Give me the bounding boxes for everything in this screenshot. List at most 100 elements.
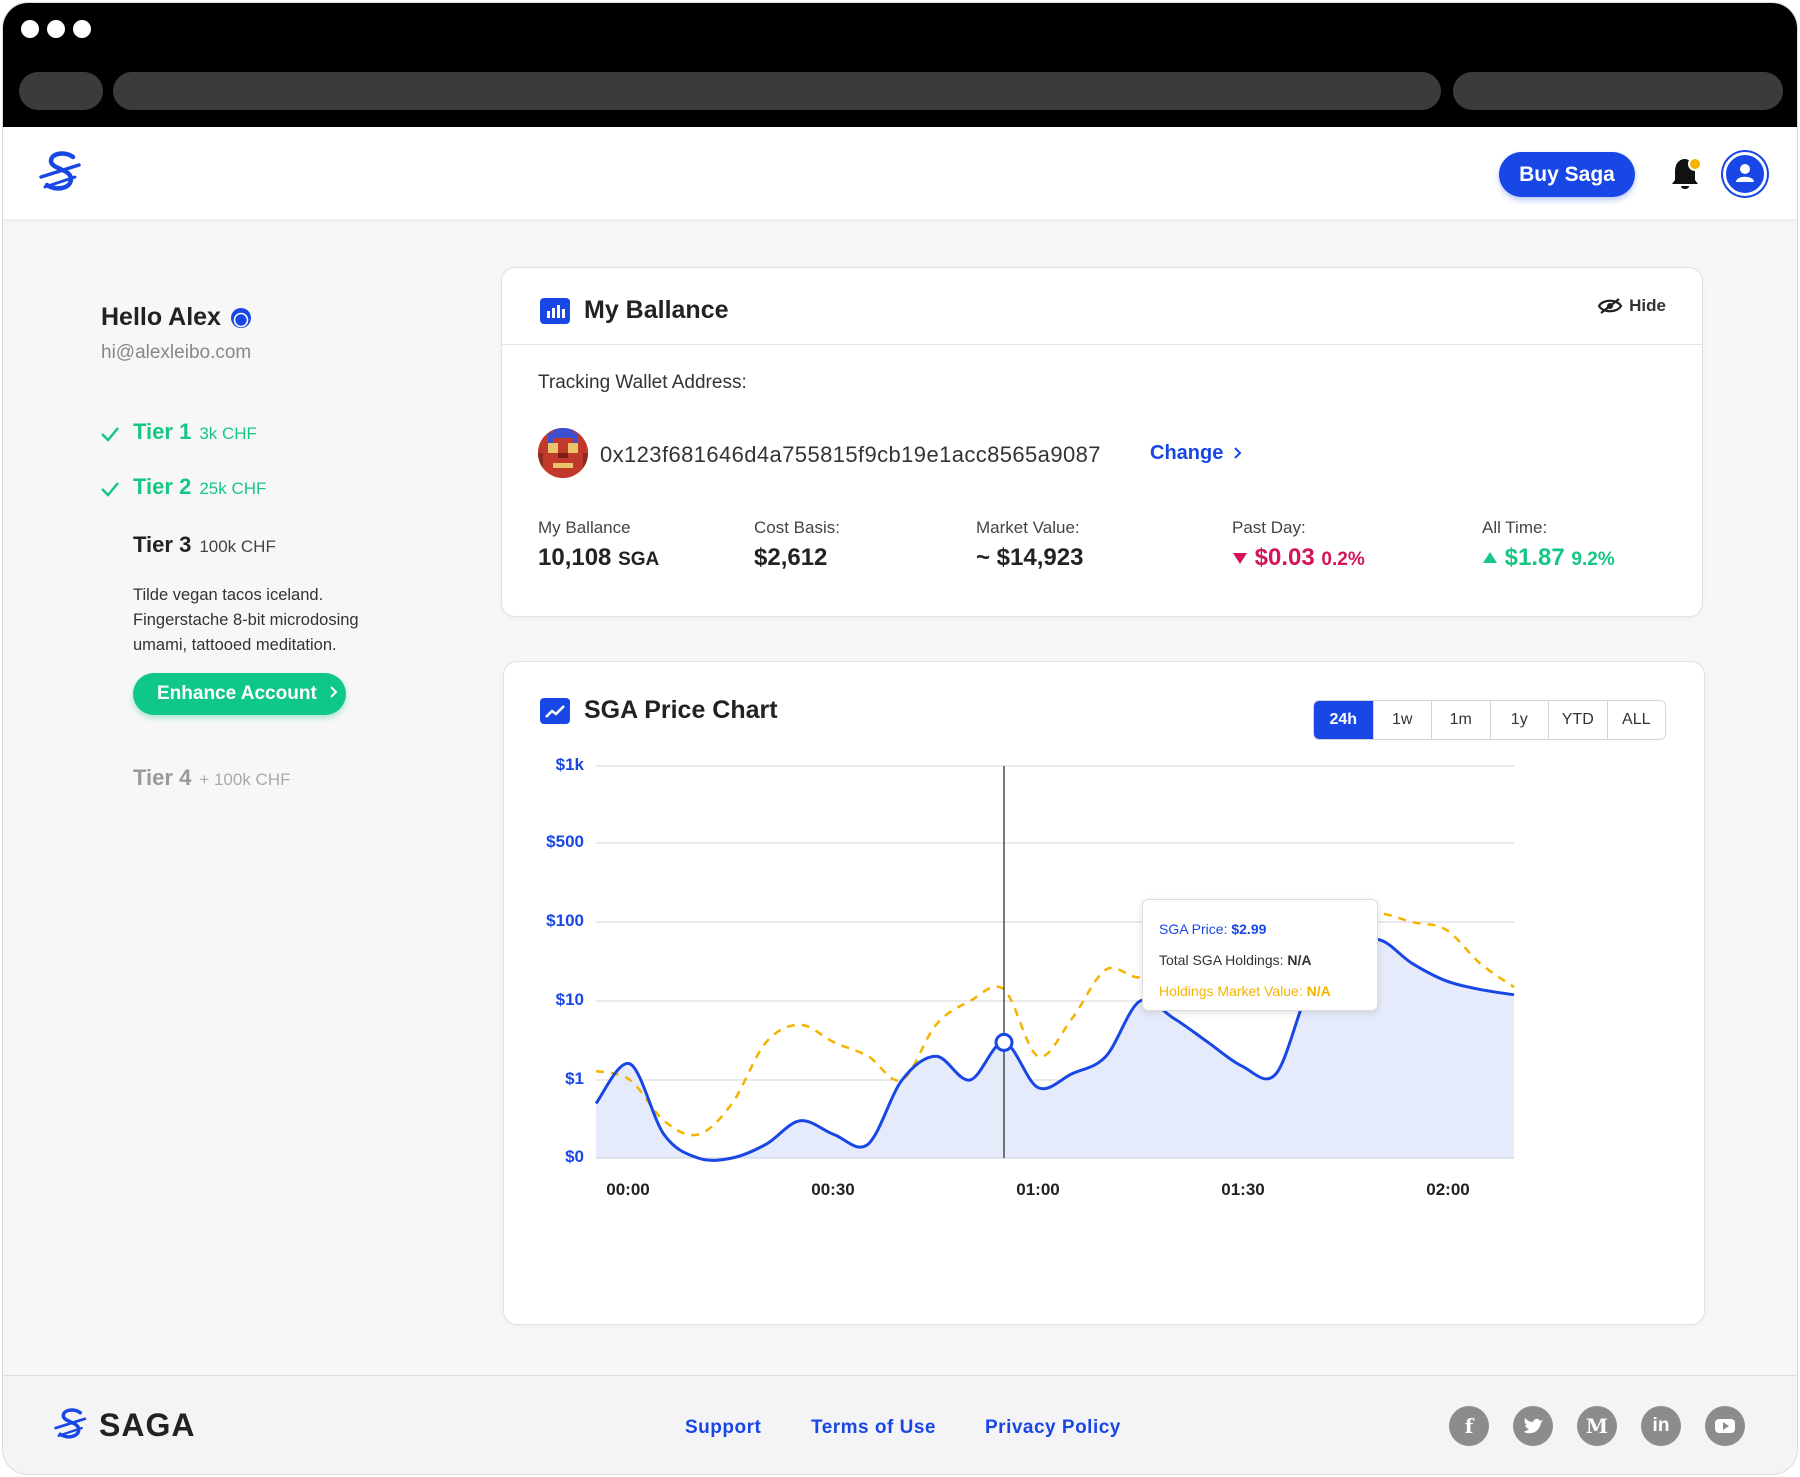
enhance-account-button[interactable]: Enhance Account [133, 673, 346, 715]
tier-2: Tier 2 25k CHF [133, 474, 266, 500]
window-dot[interactable] [21, 20, 39, 38]
bar-chart-icon [540, 297, 570, 324]
buy-saga-button[interactable]: Buy Saga [1499, 152, 1635, 197]
stat-label: Market Value: [976, 518, 1080, 537]
tier-amount: 100k CHF [199, 537, 276, 556]
eye-off-icon [1597, 298, 1623, 314]
y-tick-label: $1 [565, 1069, 584, 1088]
check-icon [101, 427, 119, 442]
x-tick-label: 02:00 [1426, 1180, 1470, 1199]
browser-chrome [3, 3, 1797, 127]
balance-card-title: My Ballance [540, 296, 729, 325]
stat-balance: My Ballance 10,108 SGA [538, 518, 659, 572]
balance-unit: SGA [618, 549, 660, 570]
y-tick-label: $100 [546, 911, 584, 930]
tooltip-price-label: SGA Price: [1159, 921, 1228, 937]
tier-name: Tier 1 [133, 419, 192, 444]
greeting: Hello Alex [101, 303, 461, 332]
browser-tab[interactable] [19, 72, 103, 110]
price-chart[interactable] [504, 662, 1706, 1326]
hide-balance-button[interactable]: Hide [1597, 296, 1666, 316]
stat-label: All Time: [1482, 518, 1548, 537]
tier-3: Tier 3 100k CHF [133, 532, 276, 558]
stat-label: My Ballance [538, 518, 631, 537]
day-change-value: $0.03 [1254, 544, 1315, 571]
youtube-icon[interactable] [1705, 1406, 1745, 1446]
change-wallet-link[interactable]: Change [1150, 442, 1243, 465]
tier-description: Tilde vegan tacos iceland. Fingerstache … [133, 586, 359, 654]
tooltip-price: SGA Price: $2.99 [1159, 914, 1361, 945]
tooltip-holdings-label: Total SGA Holdings: [1159, 952, 1284, 968]
browser-search[interactable] [1453, 72, 1783, 110]
y-tick-label: $0 [565, 1147, 584, 1166]
tier-amount: + 100k CHF [199, 770, 291, 789]
divider [502, 344, 1702, 345]
balance-card: My Ballance Hide Tracking Wallet Address… [501, 267, 1703, 617]
stat-value: $0.03 0.2% [1232, 544, 1365, 572]
x-tick-label: 01:30 [1221, 1180, 1265, 1199]
window-dot[interactable] [47, 20, 65, 38]
change-label: Change [1150, 442, 1224, 464]
linkedin-icon[interactable]: in [1641, 1406, 1681, 1446]
all-time-value: $1.87 [1504, 544, 1565, 571]
tooltip-price-value: $2.99 [1231, 921, 1267, 937]
tooltip-mv-label: Holdings Market Value: [1159, 983, 1303, 999]
wallet-address: 0x123f681646d4a755815f9cb19e1acc8565a908… [600, 442, 1101, 467]
chart-tooltip: SGA Price: $2.99 Total SGA Holdings: N/A… [1142, 899, 1378, 1011]
tier-name: Tier 3 [133, 532, 192, 557]
chevron-right-icon [330, 686, 338, 698]
footer-logo[interactable]: SAGA [51, 1403, 195, 1447]
stat-label: Cost Basis: [754, 518, 840, 537]
privacy-link[interactable]: Privacy Policy [985, 1417, 1121, 1439]
x-tick-label: 00:00 [606, 1180, 650, 1199]
stat-value: ~ $14,923 [976, 544, 1084, 571]
stat-label: Past Day: [1232, 518, 1306, 537]
tooltip-holdings: Total SGA Holdings: N/A [1159, 945, 1361, 976]
y-tick-label: $10 [555, 990, 584, 1009]
stat-all-time: All Time: $1.87 9.2% [1482, 518, 1615, 572]
saga-logo-icon[interactable] [35, 147, 87, 199]
chart-cursor-point[interactable] [994, 1032, 1014, 1052]
terms-link[interactable]: Terms of Use [811, 1417, 936, 1439]
top-nav: Buy Saga [3, 127, 1797, 219]
tooltip-holdings-value: N/A [1287, 952, 1312, 968]
chevron-right-icon [1234, 447, 1242, 459]
account-sidebar: Hello Alex hi@alexleibo.com Tier 1 3k CH… [101, 303, 461, 790]
enhance-label: Enhance Account [157, 683, 317, 704]
wallet-avatar [538, 428, 588, 478]
check-icon [101, 482, 119, 497]
user-email: hi@alexleibo.com [101, 342, 252, 363]
x-tick-label: 01:00 [1016, 1180, 1060, 1199]
browser-window: Buy Saga Hello Alex hi@alexleibo.com Tie… [2, 2, 1798, 1475]
stat-cost-basis: Cost Basis: $2,612 [754, 518, 840, 572]
hide-label: Hide [1629, 296, 1666, 315]
bell-icon[interactable] [1669, 155, 1703, 193]
user-icon [1736, 164, 1754, 182]
window-dot[interactable] [73, 20, 91, 38]
tier-amount: 25k CHF [199, 479, 267, 498]
tooltip-mv-value: N/A [1306, 983, 1331, 999]
medium-icon[interactable]: M [1577, 1406, 1617, 1446]
support-link[interactable]: Support [685, 1417, 761, 1439]
tooltip-market-value: Holdings Market Value: N/A [1159, 976, 1361, 1007]
tier-amount: 3k CHF [199, 424, 257, 443]
price-chart-card: SGA Price Chart 24h 1w 1m 1y YTD ALL $0 $… [503, 661, 1705, 1325]
triangle-down-icon [1233, 553, 1247, 564]
tracking-label: Tracking Wallet Address: [538, 372, 747, 393]
triangle-up-icon [1483, 552, 1497, 563]
facebook-icon[interactable]: f [1449, 1406, 1489, 1446]
twitter-icon[interactable] [1513, 1406, 1553, 1446]
stat-past-day: Past Day: $0.03 0.2% [1232, 518, 1365, 572]
greeting-text: Hello Alex [101, 303, 221, 331]
y-tick-label: $1k [555, 755, 584, 774]
address-bar[interactable] [113, 72, 1441, 110]
x-tick-label: 00:30 [811, 1180, 855, 1199]
stat-value: 10,108 SGA [538, 544, 659, 572]
tier-name: Tier 2 [133, 474, 192, 499]
tier-4: Tier 4 + 100k CHF [133, 765, 291, 791]
stat-value: $2,612 [754, 544, 828, 571]
user-avatar-button[interactable] [1723, 152, 1767, 196]
balance-title-text: My Ballance [584, 296, 729, 324]
tier-name: Tier 4 [133, 765, 192, 790]
day-change-pct: 0.2% [1321, 549, 1365, 570]
